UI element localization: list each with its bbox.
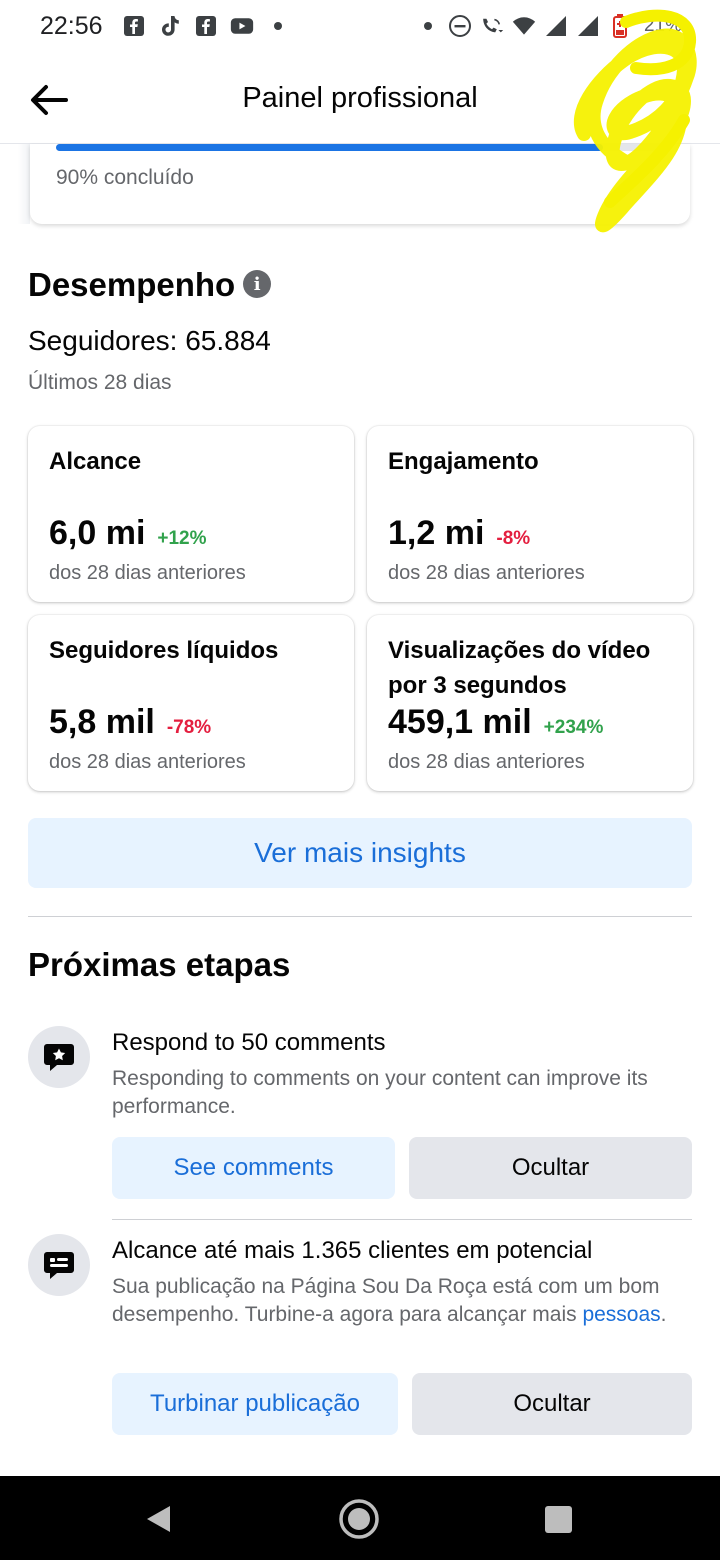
status-bar: 22:56 21% (0, 0, 720, 54)
metric-comparison: dos 28 dias anteriores (49, 751, 246, 773)
facebook-icon (194, 14, 218, 38)
metric-label: Engajamento (388, 448, 539, 475)
notification-icons (122, 14, 290, 38)
section-divider (28, 916, 692, 917)
step-description-link[interactable]: pessoas (582, 1303, 660, 1326)
metric-value: 5,8 mil (49, 703, 155, 741)
metric-card-seguidores-liquidos[interactable]: Seguidores líquidos 5,8 mil -78% dos 28 … (28, 615, 354, 791)
step-description: Sua publicação na Página Sou Da Roça est… (112, 1273, 692, 1329)
metric-change: +234% (543, 717, 604, 738)
metric-comparison: dos 28 dias anteriores (388, 751, 585, 773)
hide-button[interactable]: Ocultar (412, 1373, 692, 1435)
metric-value: 459,1 mil (388, 703, 532, 741)
metric-change: -78% (166, 717, 212, 738)
do-not-disturb-icon (448, 14, 472, 38)
nav-home-icon[interactable] (338, 1498, 380, 1540)
wifi-icon (512, 14, 536, 38)
progress-bar (56, 144, 664, 151)
card-shadow (18, 144, 30, 224)
app-header: Painel profissional (0, 54, 720, 144)
performance-title-text: Desempenho (28, 266, 236, 303)
metric-value-row: 1,2 mi -8% (388, 514, 530, 553)
step-title: Respond to 50 comments (112, 1029, 386, 1056)
step-description-end: . (660, 1303, 667, 1326)
performance-title: Desempenho i (28, 266, 272, 304)
youtube-icon (230, 14, 254, 38)
period-label: Últimos 28 dias (28, 371, 172, 394)
metric-change: +12% (157, 528, 207, 549)
progress-bar-fill (56, 144, 604, 151)
metric-label: Visualizações do vídeo por 3 segundos (388, 637, 651, 699)
step-description-text: Sua publicação na Página Sou Da Roça est… (112, 1275, 660, 1326)
step-divider (112, 1219, 692, 1220)
see-comments-button[interactable]: See comments (112, 1137, 395, 1199)
boost-post-button[interactable]: Turbinar publicação (112, 1373, 398, 1435)
system-status-icons: 21% (416, 14, 682, 38)
metric-comparison: dos 28 dias anteriores (388, 562, 585, 584)
battery-low-icon (608, 14, 632, 38)
metric-card-engajamento[interactable]: Engajamento 1,2 mi -8% dos 28 dias anter… (367, 426, 693, 602)
wifi-call-icon (480, 14, 504, 38)
metric-comparison: dos 28 dias anteriores (49, 562, 246, 584)
nav-back-icon[interactable] (144, 1504, 174, 1534)
signal-icon (576, 14, 600, 38)
info-icon[interactable]: i (243, 270, 272, 299)
nav-recents-icon[interactable] (545, 1506, 572, 1533)
dot-icon (416, 14, 440, 38)
facebook-icon (122, 14, 146, 38)
progress-label: 90% concluído (56, 166, 194, 189)
next-steps-title: Próximas etapas (28, 946, 291, 983)
status-time: 22:56 (40, 12, 103, 40)
message-lines-icon (28, 1234, 90, 1296)
metric-value-row: 459,1 mil +234% (388, 703, 603, 742)
comment-star-icon (28, 1026, 90, 1088)
signal-icon (544, 14, 568, 38)
metric-label: Alcance (49, 448, 142, 475)
hide-button[interactable]: Ocultar (409, 1137, 692, 1199)
metric-card-visualizacoes-video[interactable]: Visualizações do vídeo por 3 segundos 45… (367, 615, 693, 791)
metric-change: -8% (496, 528, 531, 549)
setup-progress-card: 90% concluído (30, 144, 690, 224)
tiktok-icon (158, 14, 182, 38)
battery-percent: 21% (643, 15, 682, 36)
metric-label: Seguidores líquidos (49, 637, 279, 664)
metric-card-alcance[interactable]: Alcance 6,0 mi +12% dos 28 dias anterior… (28, 426, 354, 602)
followers-count: Seguidores: 65.884 (28, 325, 271, 356)
see-more-insights-button[interactable]: Ver mais insights (28, 818, 692, 888)
dot-icon (266, 14, 290, 38)
metric-value-row: 5,8 mil -78% (49, 703, 211, 742)
step-title: Alcance até mais 1.365 clientes em poten… (112, 1237, 593, 1264)
metric-value: 6,0 mi (49, 514, 146, 552)
system-nav-bar (0, 1476, 720, 1560)
step-description: Responding to comments on your content c… (112, 1067, 648, 1118)
metric-value: 1,2 mi (388, 514, 485, 552)
metric-value-row: 6,0 mi +12% (49, 514, 207, 553)
page-title: Painel profissional (242, 82, 478, 114)
